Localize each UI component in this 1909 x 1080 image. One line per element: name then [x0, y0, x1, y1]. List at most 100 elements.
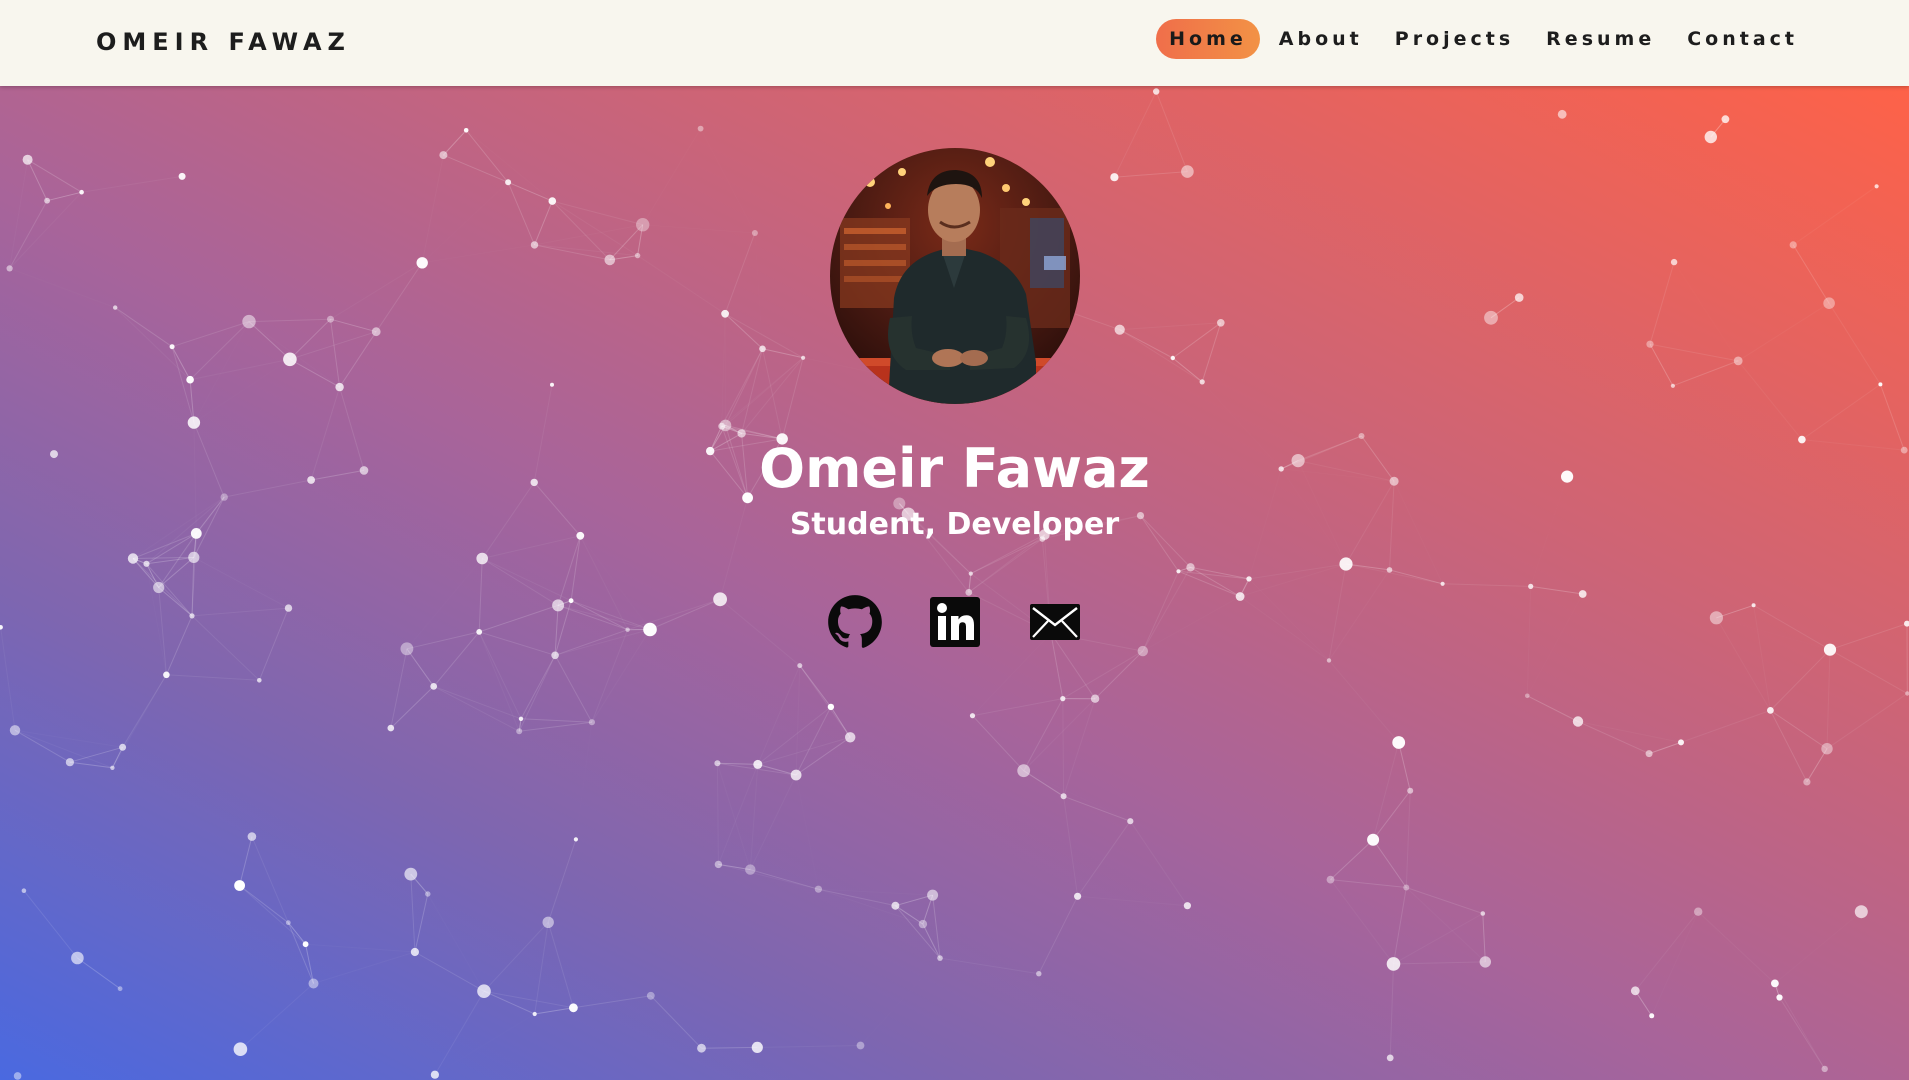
network-link — [1649, 343, 1674, 387]
network-link — [1063, 698, 1096, 797]
network-node — [918, 919, 928, 929]
network-node — [1821, 1065, 1828, 1073]
network-link — [239, 836, 253, 886]
network-node — [634, 252, 641, 259]
network-link — [762, 348, 783, 440]
network-node — [1821, 743, 1833, 755]
network-node — [189, 613, 195, 619]
network-node — [1709, 611, 1723, 625]
network-node — [371, 327, 381, 337]
network-link — [1063, 795, 1131, 822]
network-link — [1774, 983, 1826, 1070]
network-link — [1737, 360, 1803, 440]
network-node — [1181, 165, 1194, 178]
network-link — [478, 631, 520, 732]
network-node — [1904, 620, 1909, 627]
network-link — [1806, 748, 1828, 783]
network-node — [1176, 569, 1181, 574]
network-link — [1634, 911, 1699, 992]
network-node — [327, 315, 334, 323]
network-node — [1670, 258, 1678, 266]
network-node — [552, 599, 565, 612]
network-node — [542, 916, 554, 928]
network-link — [895, 894, 933, 907]
network-node — [927, 889, 939, 901]
nav-item-home[interactable]: Home — [1156, 19, 1260, 59]
network-node — [1649, 1013, 1655, 1019]
network-node — [1484, 310, 1498, 325]
linkedin-link[interactable] — [927, 594, 983, 650]
network-node — [1771, 979, 1779, 988]
network-link — [861, 958, 941, 1045]
network-node — [751, 1041, 763, 1053]
network-node — [1060, 793, 1067, 800]
network-node — [119, 743, 127, 751]
network-node — [516, 728, 523, 735]
network-link — [627, 598, 721, 631]
network-node — [1776, 994, 1783, 1001]
network-link — [547, 922, 574, 1008]
network-link — [762, 348, 804, 359]
network-link — [1770, 709, 1828, 750]
network-node — [21, 888, 27, 893]
network-link — [1577, 721, 1650, 755]
network-node — [1183, 902, 1191, 910]
network-link — [165, 615, 193, 675]
network-link — [306, 944, 415, 952]
network-node — [0, 625, 3, 630]
network-node — [387, 724, 395, 732]
nav-item-about[interactable]: About — [1266, 19, 1376, 59]
network-node — [827, 703, 835, 711]
network-node — [1036, 971, 1042, 977]
network-link — [534, 922, 549, 1015]
network-node — [1572, 716, 1584, 727]
network-link — [158, 587, 167, 675]
network-node — [233, 1042, 248, 1056]
network-link — [638, 233, 755, 256]
nav-item-contact[interactable]: Contact — [1674, 19, 1811, 59]
network-link — [1716, 618, 1830, 650]
network-link — [650, 995, 702, 1049]
nav-item-resume[interactable]: Resume — [1533, 19, 1668, 59]
brand-logo[interactable]: OMEIR FAWAZ — [96, 28, 351, 56]
network-link — [718, 863, 819, 890]
network-link — [757, 665, 801, 765]
network-link — [1406, 887, 1483, 914]
network-node — [400, 642, 414, 656]
network-link — [1715, 617, 1771, 711]
network-node — [1803, 778, 1811, 786]
network-link — [1063, 796, 1079, 897]
network-link — [435, 1014, 535, 1075]
network-node — [1246, 576, 1252, 582]
network-node — [410, 947, 419, 957]
network-link — [196, 533, 288, 608]
network-link — [1201, 322, 1222, 383]
network-node — [1557, 109, 1567, 119]
network-link — [0, 627, 16, 731]
network-link — [1328, 660, 1400, 743]
network-link — [1172, 357, 1203, 383]
network-link — [1172, 322, 1222, 359]
network-link — [114, 307, 173, 348]
network-link — [1155, 91, 1188, 172]
network-node — [13, 1072, 22, 1080]
network-link — [570, 600, 628, 631]
network-node — [1090, 694, 1100, 703]
network-link — [481, 558, 572, 602]
network-link — [1240, 564, 1346, 597]
network-link — [414, 893, 429, 953]
nav-item-projects[interactable]: Projects — [1382, 19, 1527, 59]
network-node — [308, 978, 319, 989]
network-link — [23, 890, 78, 959]
network-node — [759, 345, 766, 353]
email-link[interactable] — [1027, 594, 1083, 650]
network-link — [481, 558, 559, 606]
navbar: OMEIR FAWAZ Home About Projects Resume C… — [0, 0, 1909, 86]
network-node — [573, 837, 579, 842]
github-link[interactable] — [827, 594, 883, 650]
network-link — [895, 905, 941, 959]
network-link — [1393, 913, 1484, 965]
network-node — [242, 314, 256, 329]
network-node — [1630, 986, 1640, 996]
network-node — [1514, 293, 1524, 302]
